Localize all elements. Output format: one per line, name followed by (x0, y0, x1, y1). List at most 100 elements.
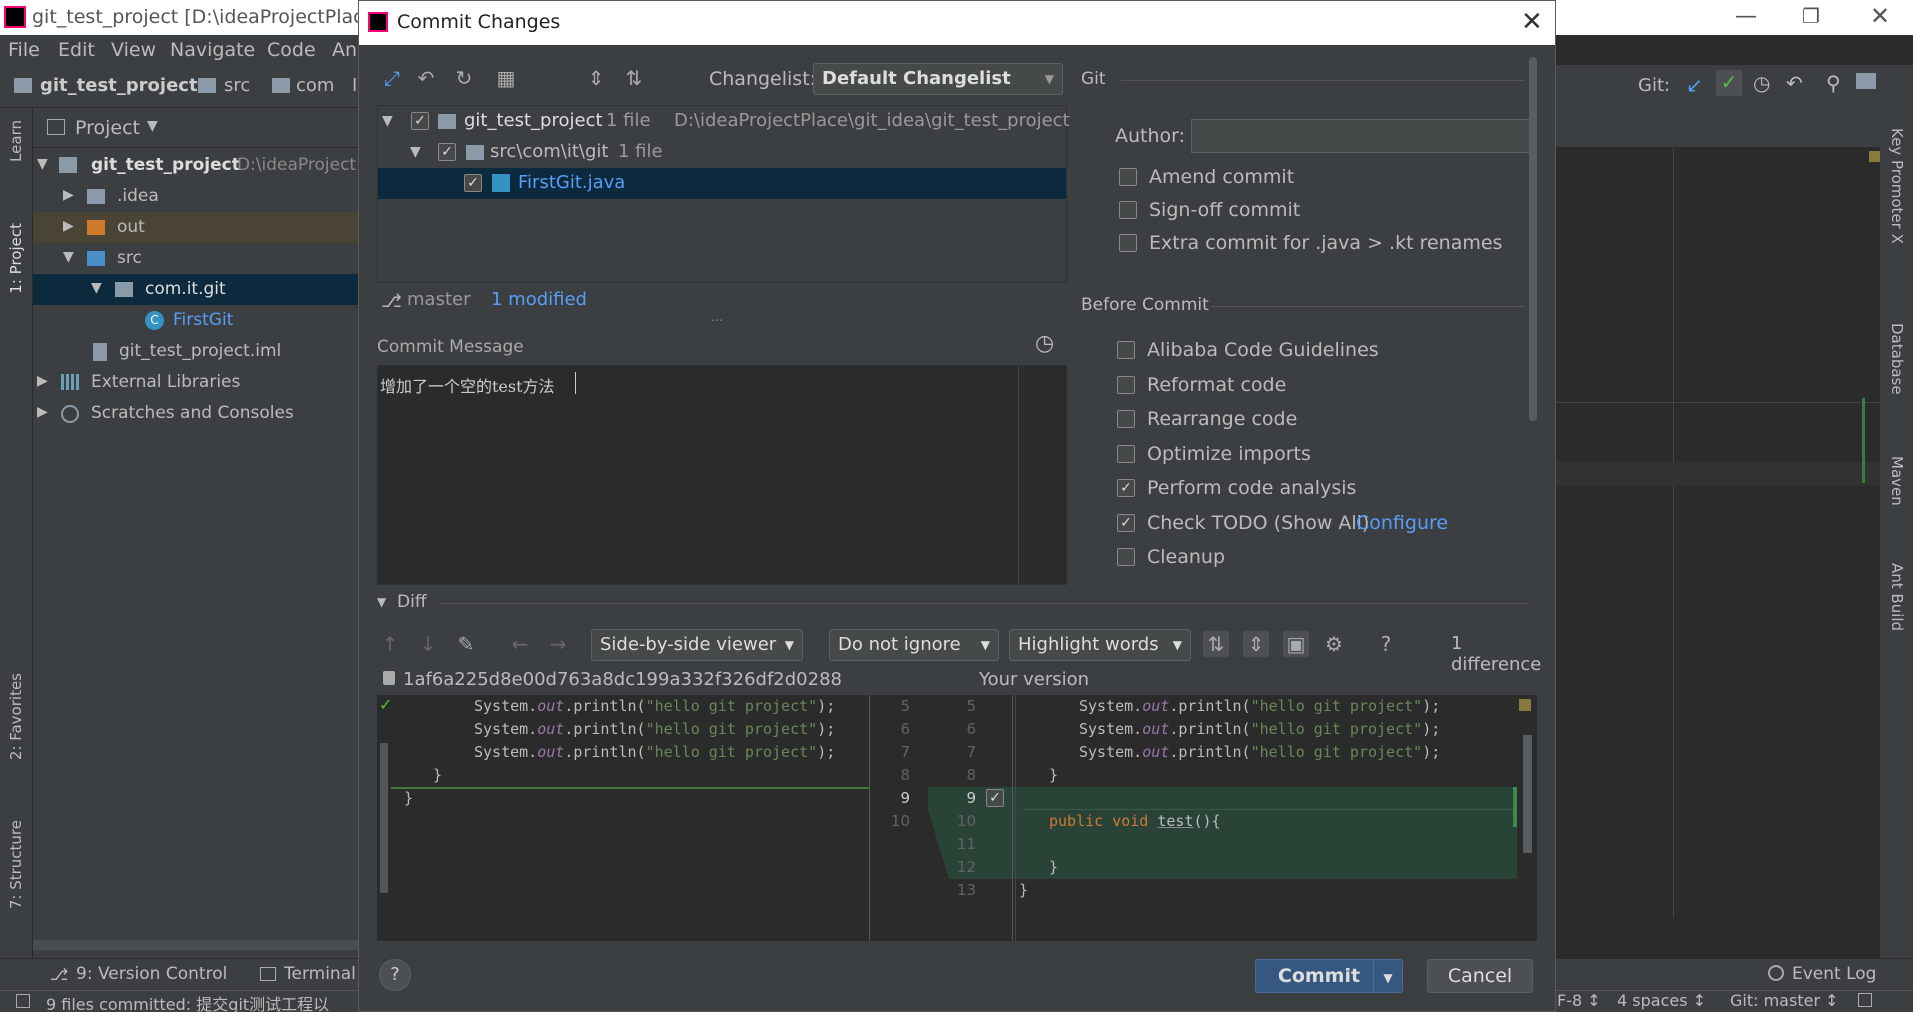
expand-arrow-icon[interactable]: ▼ (410, 144, 421, 160)
expand-arrow-icon[interactable]: ▼ (63, 249, 74, 265)
tab-database[interactable]: Database (1888, 323, 1906, 395)
amend-commit-checkbox[interactable] (1119, 168, 1137, 186)
tree-row[interactable]: ▶ External Libraries (33, 367, 360, 398)
tab-maven[interactable]: Maven (1888, 456, 1906, 506)
tab-event-log[interactable]: Event Log (1792, 964, 1876, 984)
expand-arrow-icon[interactable]: ▶ (63, 187, 74, 203)
left-scrollbar[interactable] (380, 743, 388, 893)
alibaba-label[interactable]: Alibaba Code Guidelines (1147, 339, 1379, 361)
update-project-icon[interactable]: ↙ (1686, 73, 1703, 97)
cleanup-label[interactable]: Cleanup (1147, 546, 1225, 568)
prev-file-icon[interactable]: ← (507, 631, 533, 657)
status-indent[interactable]: 4 spaces ↕ (1617, 991, 1706, 1010)
expand-arrow-icon[interactable]: ▼ (382, 113, 393, 129)
menu-code[interactable]: Code (267, 39, 316, 61)
show-diff-icon[interactable]: ⤢ (379, 65, 405, 91)
tree-row[interactable]: git_test_project.iml (33, 336, 360, 367)
menu-view[interactable]: View (111, 39, 156, 61)
left-diff-pane[interactable]: ✓ System.out.println("hello git project"… (377, 695, 869, 941)
tree-checkbox[interactable] (411, 112, 429, 130)
tree-checkbox[interactable] (464, 174, 482, 192)
expand-arrow-icon[interactable]: ▶ (37, 404, 48, 420)
reformat-checkbox[interactable] (1117, 376, 1135, 394)
include-change-checkbox[interactable] (986, 789, 1004, 807)
tree-row[interactable]: ▶ out (33, 212, 360, 243)
lock-icon[interactable]: ▣ (1283, 631, 1309, 657)
breadcrumb-src[interactable]: src (224, 75, 250, 96)
tree-row[interactable]: ▼ com.it.git (33, 274, 360, 305)
refresh-icon[interactable]: ↻ (451, 65, 477, 91)
expand-arrow-icon[interactable]: ▶ (63, 218, 74, 234)
changelist-dropdown[interactable]: Default Changelist ▼ (813, 63, 1063, 95)
close-icon[interactable]: ✕ (1521, 7, 1543, 37)
rearrange-checkbox[interactable] (1117, 410, 1135, 428)
tab-learn[interactable]: Learn (7, 120, 25, 162)
commit-check-icon[interactable]: ✓ (1716, 70, 1742, 96)
commit-message-input[interactable]: 增加了一个空的test方法 (377, 365, 1067, 585)
menu-navigate[interactable]: Navigate (170, 39, 255, 61)
tab-ant-build[interactable]: Ant Build (1888, 563, 1906, 631)
tab-project[interactable]: 1: Project (7, 223, 25, 294)
edit-source-icon[interactable]: ✎ (453, 631, 479, 657)
author-field[interactable] (1191, 119, 1531, 153)
tab-terminal[interactable]: Terminal (284, 964, 356, 984)
tree-row[interactable]: ▼ src\com\it\git 1 file (378, 137, 1066, 168)
chevron-down-icon[interactable]: ▼ (147, 118, 158, 134)
viewer-mode-dropdown[interactable]: Side-by-side viewer ▼ (591, 629, 803, 661)
message-history-icon[interactable]: ◷ (1035, 331, 1054, 356)
breadcrumb-com[interactable]: com (296, 75, 334, 96)
amend-commit-label[interactable]: Amend commit (1149, 166, 1294, 188)
menu-analyze[interactable]: An (332, 39, 357, 61)
optimize-imports-checkbox[interactable] (1117, 445, 1135, 463)
history-icon[interactable]: ◷ (1753, 71, 1770, 95)
collapse-unchanged-icon[interactable]: ⇅ (1203, 631, 1229, 657)
close-window-icon[interactable]: ✕ (1870, 2, 1890, 30)
diff-collapse-icon[interactable]: ▼ (377, 595, 386, 609)
next-file-icon[interactable]: → (545, 631, 571, 657)
modified-count[interactable]: 1 modified (491, 289, 587, 310)
tree-row[interactable]: FirstGit.java (378, 168, 1066, 199)
code-analysis-label[interactable]: Perform code analysis (1147, 477, 1356, 499)
menu-file[interactable]: File (8, 39, 40, 61)
check-todo-label[interactable]: Check TODO (Show All) (1147, 512, 1369, 534)
help-icon[interactable]: ? (1373, 631, 1399, 657)
next-diff-icon[interactable]: ↓ (415, 631, 441, 657)
configure-link[interactable]: Configure (1356, 512, 1448, 534)
alibaba-checkbox[interactable] (1117, 341, 1135, 359)
commit-options-button[interactable]: ▼ (1373, 959, 1403, 993)
tab-favorites[interactable]: 2: Favorites (7, 673, 25, 760)
rollback-icon[interactable]: ↶ (413, 65, 439, 91)
extra-commit-label[interactable]: Extra commit for .java > .kt renames (1149, 232, 1502, 254)
prev-diff-icon[interactable]: ↑ (377, 631, 403, 657)
splitter-handle-icon[interactable]: ⋯ (711, 313, 723, 327)
status-branch[interactable]: Git: master ↕ (1730, 991, 1839, 1010)
vertical-scrollbar[interactable] (1529, 57, 1537, 421)
code-analysis-checkbox[interactable] (1117, 479, 1135, 497)
minimize-icon[interactable]: — (1735, 4, 1757, 29)
check-todo-checkbox[interactable] (1117, 514, 1135, 532)
project-structure-icon[interactable] (1856, 73, 1876, 89)
tree-checkbox[interactable] (438, 143, 456, 161)
breadcrumb-project[interactable]: git_test_project (40, 75, 198, 96)
cancel-button[interactable]: Cancel (1427, 959, 1533, 993)
commit-button[interactable]: Commit (1255, 959, 1383, 993)
sign-off-checkbox[interactable] (1119, 201, 1137, 219)
expand-arrow-icon[interactable]: ▼ (37, 156, 48, 172)
sign-off-label[interactable]: Sign-off commit (1149, 199, 1300, 221)
restore-icon[interactable]: ❐ (1802, 4, 1820, 28)
diff-section-title[interactable]: Diff (397, 592, 427, 612)
tab-key-promoter[interactable]: Key Promoter X (1888, 128, 1906, 244)
status-message[interactable]: 9 files committed: 提交git测试工程以 (46, 991, 329, 1012)
tree-row[interactable]: ▼ src (33, 243, 360, 274)
expand-arrow-icon[interactable]: ▶ (37, 373, 48, 389)
tree-row[interactable]: ▼ git_test_project D:\ideaProject (33, 150, 360, 181)
search-icon[interactable]: ⚲ (1826, 71, 1841, 95)
tree-row[interactable]: C FirstGit (33, 305, 360, 336)
tree-row[interactable]: ▼ git_test_project 1 file D:\ideaProject… (378, 106, 1070, 137)
cleanup-checkbox[interactable] (1117, 548, 1135, 566)
breadcrumb-more[interactable]: I (352, 75, 357, 96)
menu-edit[interactable]: Edit (58, 39, 95, 61)
help-button[interactable]: ? (379, 959, 411, 991)
sync-scroll-icon[interactable]: ⇕ (1243, 631, 1269, 657)
project-header-label[interactable]: Project (75, 117, 140, 139)
